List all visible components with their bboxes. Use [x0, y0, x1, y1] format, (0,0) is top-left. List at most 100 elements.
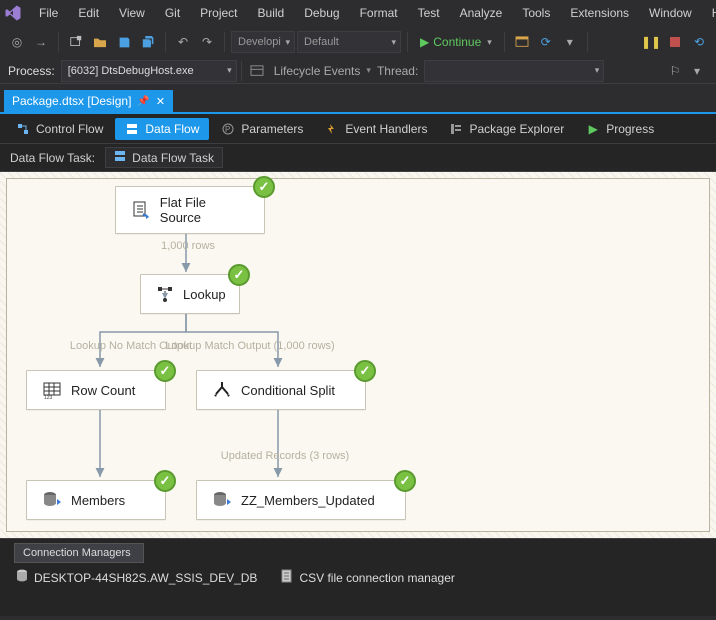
node-members[interactable]: Members ✓: [26, 480, 166, 520]
thread-combo[interactable]: [424, 60, 604, 82]
menu-view[interactable]: View: [110, 2, 154, 24]
standard-toolbar: ◎ → ↶ ↷ Developi Default ▶ Continue ▾ ⟳ …: [0, 26, 716, 58]
data-flow-icon: [125, 122, 139, 136]
process-combo[interactable]: [6032] DtsDebugHost.exe: [61, 60, 237, 82]
undo-icon[interactable]: ↶: [172, 31, 194, 53]
menu-file[interactable]: File: [30, 2, 67, 24]
menu-git[interactable]: Git: [156, 2, 189, 24]
stop-button[interactable]: [664, 31, 686, 53]
edge-label-match: Lookup Match Output (1,000 rows): [150, 340, 350, 352]
menu-tools[interactable]: Tools: [513, 2, 559, 24]
connection-csv[interactable]: CSV file connection manager: [281, 569, 454, 586]
control-flow-icon: [16, 122, 30, 136]
event-handlers-icon: [325, 122, 339, 136]
tab-event-handlers[interactable]: Event Handlers: [315, 118, 437, 140]
open-folder-icon[interactable]: [89, 31, 111, 53]
menu-project[interactable]: Project: [191, 2, 246, 24]
lifecycle-label: Lifecycle Events: [268, 64, 367, 78]
nav-back-icon[interactable]: ◎: [6, 31, 28, 53]
tab-progress-label: Progress: [606, 122, 654, 136]
connection-managers-panel: Connection Managers DESKTOP-44SH82S.AW_S…: [0, 538, 716, 616]
success-badge-icon: ✓: [253, 176, 275, 198]
node-lookup-label: Lookup: [183, 287, 226, 302]
tab-parameters-label: Parameters: [241, 122, 303, 136]
menu-extensions[interactable]: Extensions: [561, 2, 638, 24]
db-connection-icon: [16, 569, 28, 586]
success-badge-icon: ✓: [154, 470, 176, 492]
continue-button[interactable]: ▶ Continue ▾: [414, 31, 498, 53]
menu-help[interactable]: H: [703, 2, 716, 24]
node-members-label: Members: [71, 493, 125, 508]
pause-icon[interactable]: ❚❚: [640, 31, 662, 53]
save-all-icon[interactable]: [137, 31, 159, 53]
tab-data-flow[interactable]: Data Flow: [115, 118, 209, 140]
parameters-icon: P: [221, 122, 235, 136]
redo-icon[interactable]: ↷: [196, 31, 218, 53]
tab-event-handlers-label: Event Handlers: [345, 122, 427, 136]
menu-window[interactable]: Window: [640, 2, 701, 24]
document-tab-title: Package.dtsx [Design]: [12, 94, 131, 108]
connection-db-label: DESKTOP-44SH82S.AW_SSIS_DEV_DB: [34, 571, 257, 585]
row-count-icon: 123: [41, 379, 63, 401]
menu-analyze[interactable]: Analyze: [451, 2, 512, 24]
document-tab-package[interactable]: Package.dtsx [Design] 📌 ✕: [4, 90, 173, 112]
svg-text:P: P: [225, 125, 230, 134]
pin-icon[interactable]: 📌: [137, 96, 149, 107]
node-flat-file-label: Flat File Source: [160, 195, 250, 225]
save-icon[interactable]: [113, 31, 135, 53]
thread-label: Thread:: [371, 64, 424, 78]
node-flat-file-source[interactable]: Flat File Source ✓: [115, 186, 265, 234]
node-row-count-label: Row Count: [71, 383, 135, 398]
node-zz-members-updated[interactable]: ZZ_Members_Updated ✓: [196, 480, 406, 520]
new-project-icon[interactable]: [65, 31, 87, 53]
tab-progress[interactable]: ▶ Progress: [576, 118, 664, 140]
menu-edit[interactable]: Edit: [69, 2, 108, 24]
dft-combo-value: Data Flow Task: [132, 151, 214, 165]
document-tab-strip: Package.dtsx [Design] 📌 ✕: [0, 84, 716, 114]
nav-fwd-icon[interactable]: →: [30, 31, 52, 53]
dft-combo-icon: [114, 150, 126, 165]
data-flow-task-selector: Data Flow Task: Data Flow Task: [0, 144, 716, 172]
connection-csv-label: CSV file connection manager: [299, 571, 454, 585]
menu-test[interactable]: Test: [409, 2, 449, 24]
node-lookup[interactable]: Lookup ✓: [140, 274, 240, 314]
connection-managers-header[interactable]: Connection Managers: [14, 543, 144, 563]
connection-db[interactable]: DESKTOP-44SH82S.AW_SSIS_DEV_DB: [16, 569, 257, 586]
node-row-count[interactable]: 123 Row Count ✓: [26, 370, 166, 410]
success-badge-icon: ✓: [228, 264, 250, 286]
lookup-icon: [155, 283, 175, 305]
db-dest-icon: [41, 489, 63, 511]
db-dest-icon: [211, 489, 233, 511]
refresh-icon[interactable]: ⟳: [535, 31, 557, 53]
debug-process-toolbar: Process: [6032] DtsDebugHost.exe Lifecyc…: [0, 58, 716, 84]
main-menubar: File Edit View Git Project Build Debug F…: [0, 0, 716, 26]
menu-build[interactable]: Build: [249, 2, 294, 24]
progress-play-icon: ▶: [586, 122, 600, 136]
solution-config-combo[interactable]: Developi: [231, 31, 295, 53]
stop-icon: [670, 37, 680, 47]
success-badge-icon: ✓: [394, 470, 416, 492]
stackframe-icon[interactable]: ⚐: [664, 60, 686, 82]
data-flow-canvas[interactable]: 1,000 rows Lookup No Match Output Lookup…: [0, 172, 716, 538]
solution-platform-combo[interactable]: Default: [297, 31, 401, 53]
play-icon: ▶: [420, 35, 429, 49]
browser-link-icon[interactable]: [511, 31, 533, 53]
tab-package-explorer[interactable]: Package Explorer: [439, 118, 574, 140]
tab-package-explorer-label: Package Explorer: [469, 122, 564, 136]
tab-control-flow[interactable]: Control Flow: [6, 118, 113, 140]
lifecycle-events-icon[interactable]: [246, 60, 268, 82]
success-badge-icon: ✓: [154, 360, 176, 382]
dropdown-icon[interactable]: ▾: [559, 31, 581, 53]
conditional-split-icon: [211, 379, 233, 401]
file-connection-icon: [281, 569, 293, 586]
dft-combo[interactable]: Data Flow Task: [105, 147, 223, 168]
toolbar-overflow-icon[interactable]: ▾: [686, 60, 708, 82]
menu-debug[interactable]: Debug: [295, 2, 348, 24]
menu-format[interactable]: Format: [351, 2, 407, 24]
tab-parameters[interactable]: P Parameters: [211, 118, 313, 140]
close-icon[interactable]: ✕: [156, 95, 165, 108]
node-conditional-split[interactable]: Conditional Split ✓: [196, 370, 366, 410]
restart-icon[interactable]: ⟲: [688, 31, 710, 53]
edge-label-rows: 1,000 rows: [158, 240, 218, 252]
svg-text:123: 123: [44, 395, 53, 400]
